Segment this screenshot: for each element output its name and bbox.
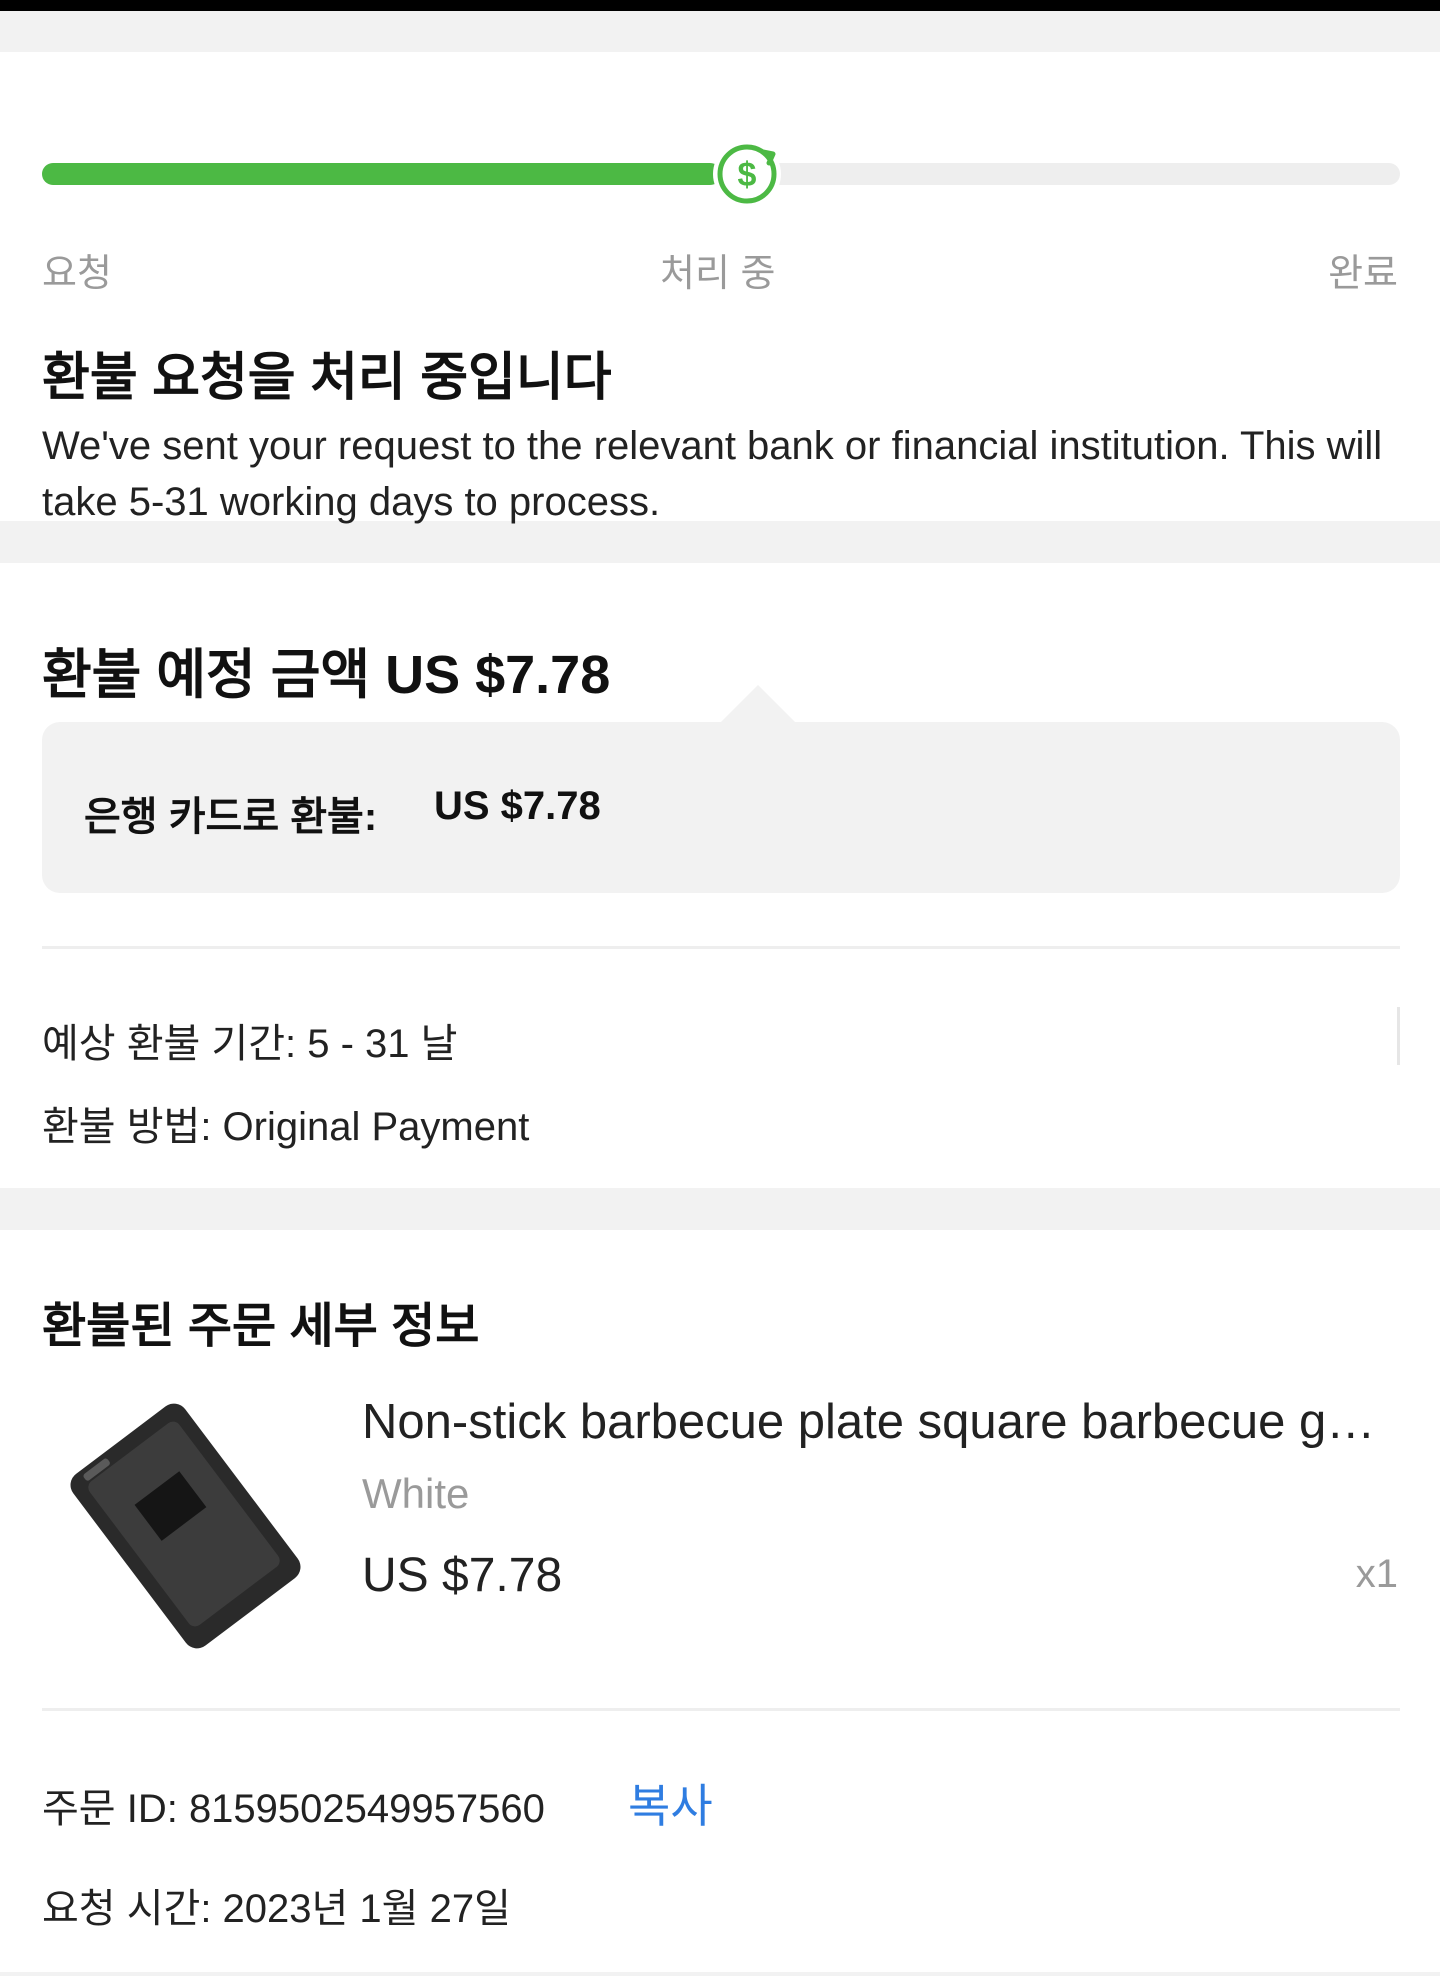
- product-variant: White: [362, 1470, 470, 1517]
- bubble-pointer: [720, 685, 796, 723]
- progress-fill: [42, 163, 721, 185]
- product-image[interactable]: [42, 1388, 312, 1658]
- step-processing: 처리 중: [660, 253, 776, 295]
- divider: [42, 946, 1400, 949]
- status-bar: [0, 0, 1440, 11]
- scroll-indicator: [1397, 1007, 1400, 1065]
- svg-text:$: $: [738, 156, 757, 194]
- refund-amount-title: 환불 예정 금액 US $7.78: [42, 645, 611, 705]
- refund-dollar-icon: $: [713, 140, 781, 208]
- refund-progress-card: $ 요청 처리 중 완료 환불 요청을 처리 중입니다 We've sent y…: [0, 52, 1440, 524]
- refund-method-amount: US $7.78: [434, 784, 601, 828]
- product-name[interactable]: Non-stick barbecue plate square barbecue…: [362, 1394, 1382, 1450]
- refund-period: 예상 환불 기간: 5 - 31 날: [42, 1022, 458, 1066]
- request-time: 요청 시간: 2023년 1월 27일: [42, 1887, 511, 1931]
- status-title: 환불 요청을 처리 중입니다: [42, 349, 612, 407]
- refund-amount-card: 환불 예정 금액 US $7.78 은행 카드로 환불: US $7.78 예상…: [0, 563, 1440, 1188]
- product-quantity: x1: [1355, 1552, 1398, 1596]
- step-complete: 완료: [1328, 253, 1398, 295]
- order-details-title: 환불된 주문 세부 정보: [42, 1300, 480, 1353]
- order-details-card: 환불된 주문 세부 정보 Non-stick barbecue plate sq…: [0, 1230, 1440, 1972]
- refund-payment-method: 환불 방법: Original Payment: [42, 1105, 530, 1149]
- divider: [42, 1708, 1400, 1711]
- refund-method-label: 은행 카드로 환불:: [84, 795, 378, 839]
- copy-order-id-button[interactable]: 복사: [628, 1770, 713, 1836]
- status-description: We've sent your request to the relevant …: [42, 424, 1383, 524]
- product-price: US $7.78: [362, 1549, 563, 1602]
- step-requested: 요청: [42, 253, 112, 295]
- order-id: 주문 ID: 8159502549957560: [42, 1787, 545, 1831]
- refund-breakdown-box: 은행 카드로 환불: US $7.78: [42, 722, 1400, 893]
